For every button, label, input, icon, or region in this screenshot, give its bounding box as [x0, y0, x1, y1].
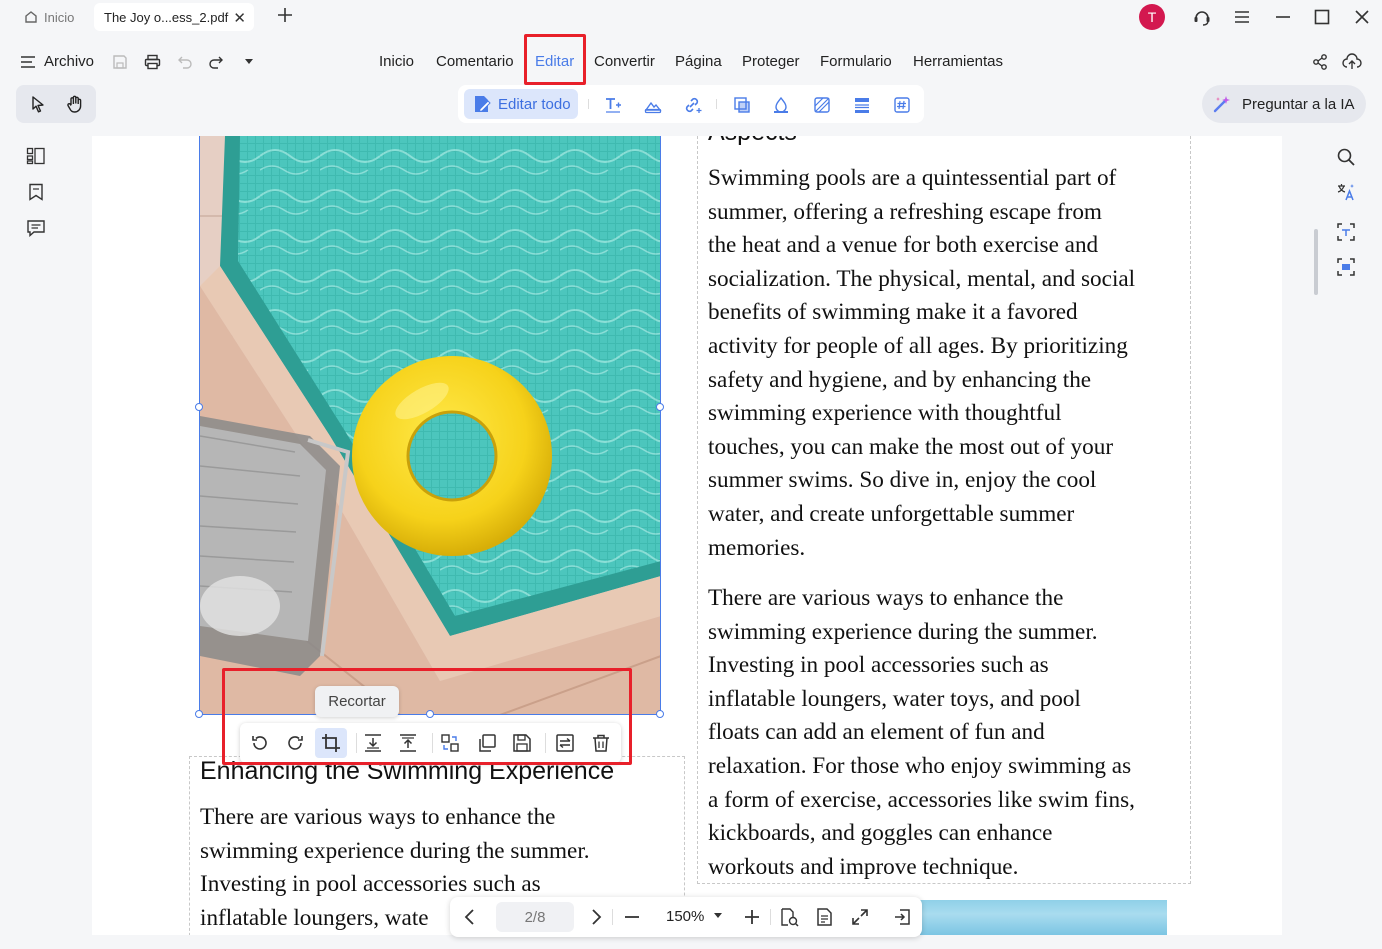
maximize-icon[interactable]: [1313, 8, 1331, 26]
menu-proteger[interactable]: Proteger: [742, 53, 800, 70]
search-icon[interactable]: [1336, 147, 1356, 167]
edit-tools: Editar todo: [458, 85, 924, 123]
resize-handle-bottom-right[interactable]: [656, 710, 664, 718]
bates-number-icon[interactable]: [893, 96, 911, 114]
zoom-level[interactable]: 150%: [666, 908, 704, 925]
print-icon[interactable]: [144, 54, 161, 70]
home-icon: [24, 10, 38, 24]
tab-home[interactable]: Inicio: [18, 3, 86, 31]
hand-icon[interactable]: [65, 94, 85, 114]
page-number-input[interactable]: 2/8: [496, 902, 574, 932]
undo-icon[interactable]: [177, 54, 193, 70]
menu-convertir[interactable]: Convertir: [594, 53, 655, 70]
menu-herramientas[interactable]: Herramientas: [913, 53, 1003, 70]
watermark-icon[interactable]: [773, 96, 789, 114]
archivo-label: Archivo: [44, 53, 95, 70]
resize-handle-bottom-left[interactable]: [195, 710, 203, 718]
close-icon[interactable]: ✕: [233, 9, 246, 27]
thumbnails-icon[interactable]: [26, 147, 46, 165]
pdf-page: Aspects Swimming pools are a quintessent…: [92, 136, 1282, 935]
hamburger-icon: [20, 55, 36, 69]
zoom-out-icon[interactable]: [622, 907, 642, 927]
page-view-icon[interactable]: [815, 907, 835, 927]
translate-icon[interactable]: [1336, 182, 1356, 202]
menu-pagina[interactable]: Página: [675, 53, 722, 70]
editar-highlight-annotation: [524, 34, 586, 85]
add-image-icon[interactable]: [644, 96, 662, 114]
previous-page-icon[interactable]: [460, 907, 480, 927]
image-selection-border: [199, 136, 661, 715]
zoom-dropdown-icon[interactable]: [714, 913, 722, 919]
background-icon[interactable]: [813, 96, 831, 114]
paragraph: There are various ways to enhance the sw…: [708, 585, 1135, 880]
section-heading: Aspects: [708, 136, 797, 147]
ocr-icon[interactable]: [1336, 222, 1356, 242]
compare-icon[interactable]: [1336, 257, 1356, 277]
tab-home-label: Inicio: [44, 9, 75, 25]
share-icon[interactable]: [1311, 53, 1329, 71]
cursor-icon[interactable]: [29, 95, 47, 113]
menu-comentario[interactable]: Comentario: [436, 53, 514, 70]
ask-ai-button[interactable]: Preguntar a la IA: [1202, 85, 1366, 123]
resize-handle-right[interactable]: [656, 403, 664, 411]
fit-page-icon[interactable]: [779, 907, 801, 927]
select-tools: [16, 85, 96, 123]
ask-ai-label: Preguntar a la IA: [1242, 95, 1355, 113]
avatar[interactable]: T: [1139, 4, 1165, 30]
tab-document[interactable]: The Joy o...ess_2.pdf ✕: [94, 3, 254, 31]
paragraph: Swimming pools are a quintessential part…: [708, 165, 1136, 561]
crop-page-icon[interactable]: [733, 96, 751, 114]
cloud-upload-icon[interactable]: [1342, 53, 1362, 71]
ai-sparkle-icon: [1212, 94, 1232, 114]
menu-bar: Archivo Inicio Comentario Editar Convert…: [0, 40, 1382, 84]
comments-icon[interactable]: [26, 219, 46, 237]
close-window-icon[interactable]: [1353, 8, 1371, 26]
separator: [588, 99, 589, 109]
redo-icon[interactable]: [208, 54, 224, 70]
add-tab-icon[interactable]: [276, 6, 294, 24]
edit-all-label: Editar todo: [498, 95, 571, 113]
add-text-icon[interactable]: [604, 96, 622, 114]
bookmark-icon[interactable]: [28, 183, 44, 201]
save-icon[interactable]: [112, 54, 128, 70]
fullscreen-icon[interactable]: [850, 907, 870, 927]
header-footer-icon[interactable]: [853, 96, 871, 114]
tab-document-label: The Joy o...ess_2.pdf: [104, 9, 229, 25]
support-icon[interactable]: [1192, 8, 1212, 28]
title-bar: Inicio The Joy o...ess_2.pdf ✕ T: [0, 0, 1382, 34]
edit-all-button[interactable]: Editar todo: [464, 89, 578, 119]
minimize-icon[interactable]: [1274, 8, 1292, 26]
menu-inicio[interactable]: Inicio: [379, 53, 414, 70]
page-navigation: 2/8 150%: [450, 897, 922, 937]
add-link-icon[interactable]: [683, 96, 703, 114]
separator: [716, 99, 717, 109]
separator: [612, 909, 613, 925]
zoom-in-icon[interactable]: [742, 907, 762, 927]
tool-row: Editar todo Preguntar a la IA: [0, 84, 1382, 126]
image-toolbar-highlight-annotation: [222, 668, 632, 765]
menu-formulario[interactable]: Formulario: [820, 53, 892, 70]
next-page-icon[interactable]: [586, 907, 606, 927]
exit-icon[interactable]: [892, 907, 912, 927]
scrollbar[interactable]: [1314, 229, 1318, 295]
pool-image-partial[interactable]: [920, 900, 1167, 935]
menu-icon[interactable]: [1233, 8, 1251, 26]
archivo-menu[interactable]: Archivo: [20, 53, 94, 70]
resize-handle-left[interactable]: [195, 403, 203, 411]
quick-access-dropdown-icon[interactable]: [244, 58, 254, 66]
text-block-right[interactable]: Aspects Swimming pools are a quintessent…: [697, 136, 1191, 884]
edit-all-icon: [472, 94, 492, 114]
separator: [770, 909, 771, 925]
